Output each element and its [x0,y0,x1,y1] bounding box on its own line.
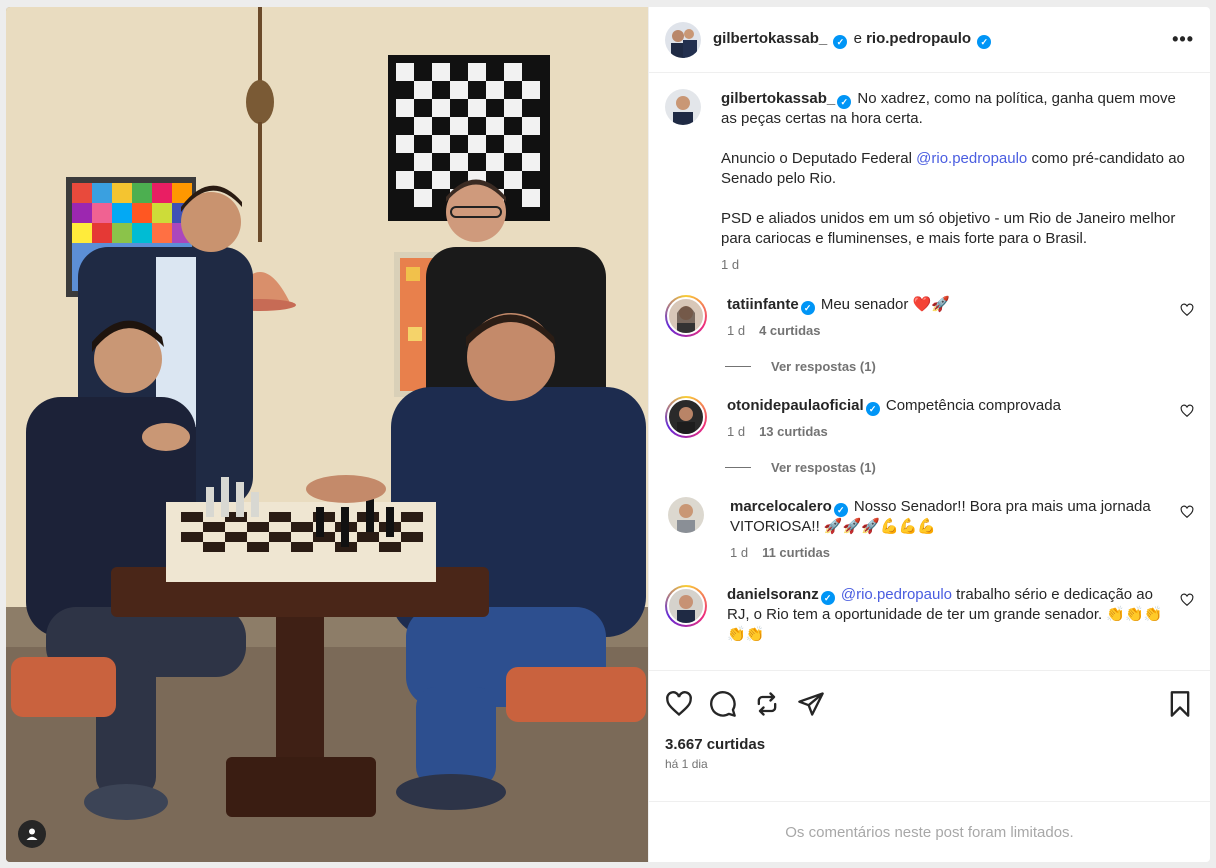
author-avatar[interactable] [665,21,701,58]
verified-badge-icon: ✓ [837,95,852,109]
verified-badge-icon: ✓ [865,402,880,416]
photo-illustration [6,7,648,862]
commenter-avatar[interactable] [665,396,707,438]
comment-item: tatiinfante ✓ Meu senador ❤️🚀 1 d 4 curtid… [665,295,1194,341]
coauthor-username[interactable]: rio.pedropaulo [866,30,971,47]
caption-username[interactable]: gilbertokassab_ [721,90,835,107]
action-bar [649,670,1210,736]
verified-badge-icon: ✓ [977,35,992,49]
header-joiner: e [853,30,862,47]
comment-time[interactable]: 1 d [730,545,748,560]
likes-count[interactable]: 3.667 curtidas [649,736,1210,753]
mention-link[interactable]: @rio.pedropaulo [841,586,952,603]
comment-icon[interactable] [709,690,737,718]
comment-username[interactable]: otonidepaulaoficial [727,397,864,414]
comment-likes[interactable]: 13 curtidas [759,424,828,439]
author-avatar[interactable] [665,89,701,125]
post-header: gilbertokassab_ ✓ e rio.pedropaulo ✓ ••• [649,7,1210,73]
post-caption: gilbertokassab_ ✓ No xadrez, como na polí… [665,89,1194,275]
caption-p2-before: Anuncio o Deputado Federal [721,150,917,167]
comment-time[interactable]: 1 d [727,323,745,338]
view-replies-button[interactable]: Ver respostas (1) [725,460,1194,475]
commenter-avatar[interactable] [665,585,707,627]
comment-heart-icon[interactable] [1180,404,1194,418]
post-side-panel: gilbertokassab_ ✓ e rio.pedropaulo ✓ •••… [648,7,1210,862]
user-tag-icon[interactable] [18,820,46,848]
comment-item: danielsoranz ✓ @rio.pedropaulo trabalho s… [665,585,1194,645]
instagram-post-modal: gilbertokassab_ ✓ e rio.pedropaulo ✓ •••… [6,7,1210,862]
comment-time[interactable]: 1 d [727,424,745,439]
comment-heart-icon[interactable] [1180,303,1194,317]
verified-badge-icon: ✓ [833,503,848,517]
comment-likes[interactable]: 4 curtidas [759,323,820,338]
comment-username[interactable]: marcelocalero [730,498,832,515]
post-photo[interactable] [6,7,648,862]
comment-heart-icon[interactable] [1180,505,1194,519]
comment-item: otonidepaulaoficial ✓ Competência comprov… [665,396,1194,442]
comments-list[interactable]: gilbertokassab_ ✓ No xadrez, como na polí… [649,73,1210,670]
verified-badge-icon: ✓ [820,591,835,605]
comment-item: marcelocalero ✓ Nosso Senador!! Bora pra … [665,497,1194,563]
view-replies-button[interactable]: Ver respostas (1) [725,359,1194,374]
post-time: há 1 dia [665,757,708,771]
mention-link[interactable]: @rio.pedropaulo [916,150,1027,167]
comment-heart-icon[interactable] [1180,593,1194,607]
more-options-icon[interactable]: ••• [1172,29,1194,50]
verified-badge-icon: ✓ [833,35,848,49]
comment-username[interactable]: danielsoranz [727,586,819,603]
commenter-avatar[interactable] [665,295,707,337]
comment-likes[interactable]: 11 curtidas [762,545,830,560]
repost-icon[interactable] [753,690,781,718]
comment-text: Meu senador ❤️🚀 [820,296,950,313]
comment-text: Competência comprovada [885,397,1061,414]
heart-icon[interactable] [665,690,693,718]
caption-p3: PSD e aliados unidos em um só objetivo -… [721,210,1176,247]
verified-badge-icon: ✓ [800,301,815,315]
send-icon[interactable] [797,690,825,718]
comment-username[interactable]: tatiinfante [727,296,799,313]
comments-limited-notice: Os comentários neste post foram limitado… [649,801,1210,862]
commenter-avatar[interactable] [668,497,704,533]
caption-time[interactable]: 1 d [721,255,1194,275]
bookmark-icon[interactable] [1166,690,1194,718]
author-username[interactable]: gilbertokassab_ [713,30,827,47]
